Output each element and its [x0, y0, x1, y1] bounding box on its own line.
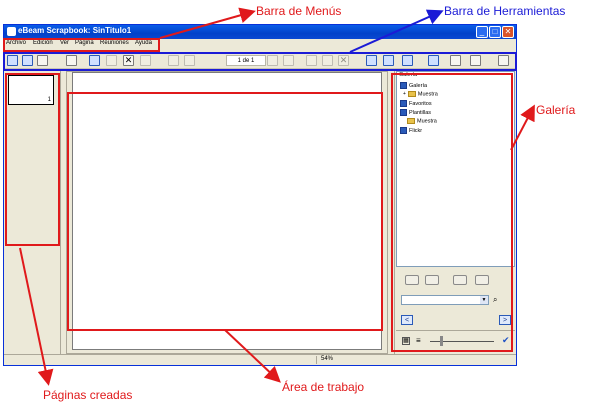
annotation-arrows: [19, 7, 535, 386]
arrow-workarea: [224, 329, 281, 383]
arrow-menu-bar: [159, 7, 256, 39]
arrow-gallery: [510, 104, 535, 151]
arrow-toolbar: [349, 9, 444, 53]
arrow-pages: [19, 247, 54, 386]
